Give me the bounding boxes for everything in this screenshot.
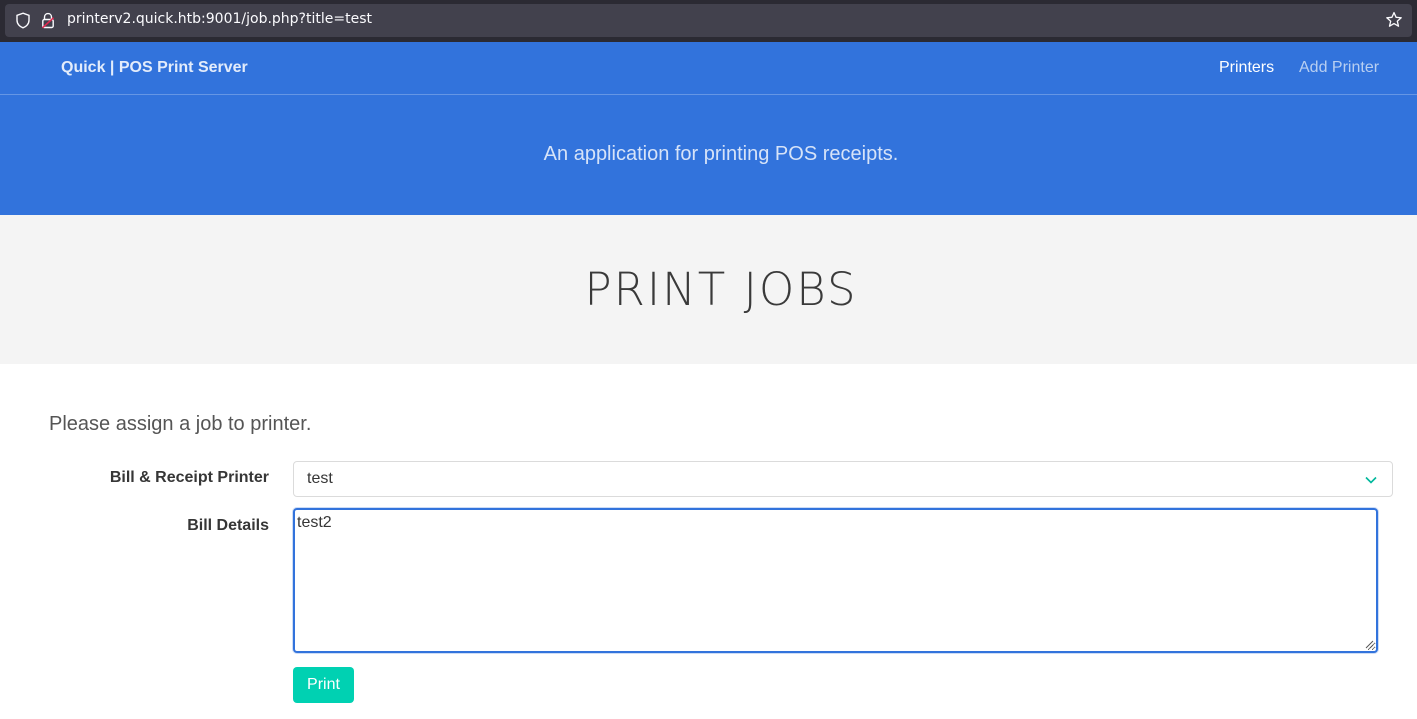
- print-button[interactable]: Print: [293, 667, 354, 703]
- address-bar[interactable]: printerv2.quick.htb:9001/job.php?title=t…: [5, 4, 1412, 37]
- chevron-down-icon: [1365, 476, 1377, 484]
- bookmark-star-icon[interactable]: [1385, 11, 1403, 29]
- printer-label: Bill & Receipt Printer: [109, 469, 269, 486]
- printer-select[interactable]: test: [293, 461, 1393, 497]
- printer-select-value: test: [307, 470, 333, 487]
- form-intro-text: Please assign a job to printer.: [49, 413, 312, 435]
- shield-icon[interactable]: [15, 12, 31, 29]
- hero-banner: An application for printing POS receipts…: [0, 95, 1417, 215]
- lock-icon[interactable]: [41, 12, 55, 29]
- nav-add-printer-link[interactable]: Add Printer: [1299, 59, 1379, 77]
- bill-details-label: Bill Details: [187, 517, 269, 534]
- bill-details-textarea[interactable]: test2: [293, 508, 1378, 653]
- hero-subtitle: An application for printing POS receipts…: [543, 143, 899, 165]
- nav-printers-link[interactable]: Printers: [1219, 59, 1274, 77]
- page-title-band: PRINT JOBS: [0, 215, 1417, 364]
- brand-link[interactable]: Quick | POS Print Server: [61, 59, 248, 77]
- page-title: PRINT JOBS: [584, 263, 858, 316]
- url-text[interactable]: printerv2.quick.htb:9001/job.php?title=t…: [67, 11, 372, 27]
- navbar: Quick | POS Print Server Printers Add Pr…: [0, 42, 1417, 95]
- browser-toolbar: printerv2.quick.htb:9001/job.php?title=t…: [0, 0, 1417, 42]
